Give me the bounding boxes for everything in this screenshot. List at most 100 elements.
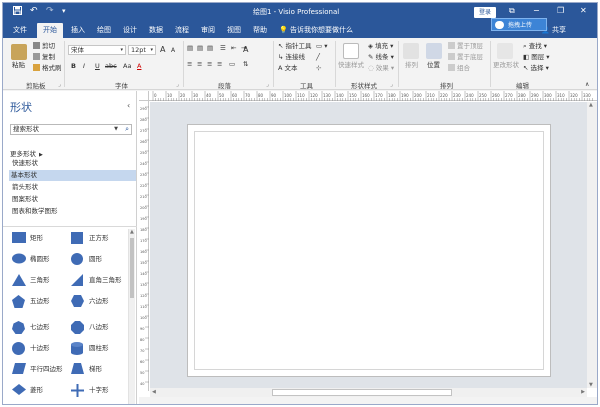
- bring-front-icon: [448, 42, 455, 49]
- paragraph-launcher-icon[interactable]: ⌟: [266, 81, 269, 88]
- align-center-icon[interactable]: ≡: [197, 60, 202, 69]
- more-shapes-button[interactable]: 更多形状 ▶: [10, 148, 43, 158]
- collapse-pane-icon[interactable]: ‹: [127, 101, 130, 110]
- underline-button[interactable]: U: [95, 62, 100, 71]
- bullet-font-button[interactable]: A: [243, 45, 248, 54]
- rectangle-tool-icon[interactable]: ▭ ▾: [316, 42, 327, 51]
- chevron-down-icon[interactable]: ▼: [114, 125, 118, 134]
- search-icon[interactable]: ⌕: [125, 125, 129, 134]
- save-icon[interactable]: [13, 6, 22, 19]
- stencil-basic-shapes[interactable]: 基本形状: [9, 170, 136, 181]
- customize-qa-icon[interactable]: ▾: [62, 6, 66, 17]
- tab-file[interactable]: 文件: [13, 25, 27, 35]
- align-top-icon[interactable]: ▤: [187, 44, 193, 53]
- text-button[interactable]: A 文本: [278, 64, 298, 73]
- find-button[interactable]: ⌕ 查找 ▾: [523, 42, 547, 51]
- drawing-canvas[interactable]: [150, 102, 587, 388]
- restore-icon[interactable]: ❐: [557, 6, 564, 15]
- bullets-icon[interactable]: ☰: [220, 44, 226, 53]
- select-button[interactable]: ↖ 选择 ▾: [523, 64, 549, 73]
- drawing-page[interactable]: [187, 124, 551, 377]
- text-block-icon[interactable]: ▭: [229, 60, 235, 69]
- align-middle-icon[interactable]: ▤: [197, 44, 203, 53]
- login-button[interactable]: 登录: [474, 7, 496, 18]
- tab-review[interactable]: 审阅: [201, 25, 215, 35]
- stencil-arrow-shapes[interactable]: 箭头形状: [10, 182, 135, 193]
- shrink-font-button[interactable]: A: [171, 46, 175, 55]
- cut-button[interactable]: 剪切: [33, 42, 55, 51]
- tab-process[interactable]: 流程: [175, 25, 189, 35]
- shapes-scrollbar[interactable]: ▲: [128, 229, 135, 404]
- stencil-pattern-shapes[interactable]: 图案形状: [10, 194, 135, 205]
- paste-icon[interactable]: [11, 44, 27, 60]
- font-launcher-icon[interactable]: ⌟: [176, 81, 179, 88]
- align-button[interactable]: 排列: [405, 61, 418, 70]
- align-left-icon[interactable]: ≡: [187, 60, 192, 69]
- stencil-quick-shapes[interactable]: 快速形状: [10, 158, 135, 169]
- grow-font-button[interactable]: A: [160, 45, 165, 54]
- redo-icon[interactable]: ↷: [46, 6, 54, 17]
- shape-label: 八边形: [89, 323, 109, 331]
- align-right-icon[interactable]: ≡: [207, 60, 212, 69]
- decrease-indent-icon[interactable]: ⇤: [231, 44, 236, 53]
- group-button[interactable]: 组合: [448, 64, 470, 73]
- paste-button[interactable]: 粘贴: [12, 61, 25, 70]
- scrollbar-thumb[interactable]: [272, 389, 452, 396]
- scroll-up-icon[interactable]: ▲: [589, 102, 593, 108]
- crop-tool-icon[interactable]: ⊹: [316, 64, 321, 73]
- bring-to-front-button[interactable]: 置于顶层: [448, 42, 483, 51]
- strikethrough-button[interactable]: abc: [105, 62, 117, 71]
- font-color-button[interactable]: A: [137, 62, 141, 71]
- minimize-icon[interactable]: −: [533, 6, 540, 15]
- tab-data[interactable]: 数据: [149, 25, 163, 35]
- scroll-right-icon[interactable]: ▶: [581, 389, 585, 395]
- line-tool-icon[interactable]: ╱: [316, 53, 320, 62]
- scrollbar-thumb[interactable]: [130, 238, 134, 298]
- quick-styles-button[interactable]: 快速样式: [338, 61, 364, 70]
- font-size-select[interactable]: 12pt ▾: [128, 45, 156, 55]
- tab-view[interactable]: 视图: [227, 25, 241, 35]
- format-painter-button[interactable]: 格式刷: [33, 64, 62, 73]
- search-shapes-input[interactable]: 搜索形状 ▼ ⌕: [10, 124, 132, 135]
- position-button[interactable]: 位置: [427, 61, 440, 70]
- font-family-select[interactable]: 宋体 ▾: [68, 45, 126, 55]
- connector-button[interactable]: ↳ 连接线: [278, 53, 305, 62]
- scroll-left-icon[interactable]: ◀: [152, 389, 156, 395]
- close-icon[interactable]: ✕: [580, 6, 587, 15]
- shape-styles-launcher-icon[interactable]: ⌟: [390, 81, 393, 88]
- italic-button[interactable]: I: [83, 62, 85, 71]
- quick-styles-icon[interactable]: [343, 43, 359, 59]
- canvas-horizontal-scrollbar[interactable]: ◀ ▶: [150, 388, 587, 397]
- send-to-back-button[interactable]: 置于底层: [448, 53, 483, 62]
- align-icon[interactable]: [403, 43, 419, 59]
- drag-upload-button[interactable]: 拖拽上传: [491, 18, 547, 31]
- layers-button[interactable]: ◧ 图层 ▾: [523, 53, 550, 62]
- copy-button[interactable]: 复制: [33, 53, 55, 62]
- ribbon-display-icon[interactable]: ⧉: [509, 6, 515, 16]
- line-button[interactable]: ✎ 线条 ▾: [368, 53, 394, 62]
- text-direction-icon[interactable]: ⇅: [243, 60, 248, 69]
- undo-icon[interactable]: ↶: [30, 6, 38, 17]
- align-bottom-icon[interactable]: ▤: [207, 44, 213, 53]
- pointer-tool-button[interactable]: ↖ 指针工具: [278, 42, 312, 51]
- tab-insert[interactable]: 插入: [71, 25, 85, 35]
- position-icon[interactable]: [426, 43, 442, 59]
- scroll-down-icon[interactable]: ▼: [589, 382, 593, 388]
- tell-me-box[interactable]: 💡 告诉我你想要做什么: [279, 25, 353, 35]
- fill-button[interactable]: ◈ 填充 ▾: [368, 42, 393, 51]
- tab-design[interactable]: 设计: [123, 25, 137, 35]
- tab-help[interactable]: 帮助: [253, 25, 267, 35]
- scroll-up-icon[interactable]: ▲: [130, 229, 134, 235]
- stencil-chart-math-shapes[interactable]: 图表和数学图形: [10, 206, 135, 217]
- tab-home[interactable]: 开始: [37, 23, 63, 38]
- change-shape-button[interactable]: 更改形状: [493, 61, 519, 70]
- justify-icon[interactable]: ≡: [217, 60, 222, 69]
- collapse-ribbon-icon[interactable]: ∧: [585, 80, 589, 89]
- effects-button[interactable]: ◌ 效果 ▾: [368, 64, 394, 73]
- bold-button[interactable]: B: [71, 62, 76, 71]
- change-shape-icon[interactable]: [497, 43, 513, 59]
- canvas-vertical-scrollbar[interactable]: ▲ ▼: [587, 102, 597, 388]
- clipboard-launcher-icon[interactable]: ⌟: [58, 81, 61, 88]
- tab-draw[interactable]: 绘图: [97, 25, 111, 35]
- change-case-button[interactable]: Aa: [123, 62, 131, 71]
